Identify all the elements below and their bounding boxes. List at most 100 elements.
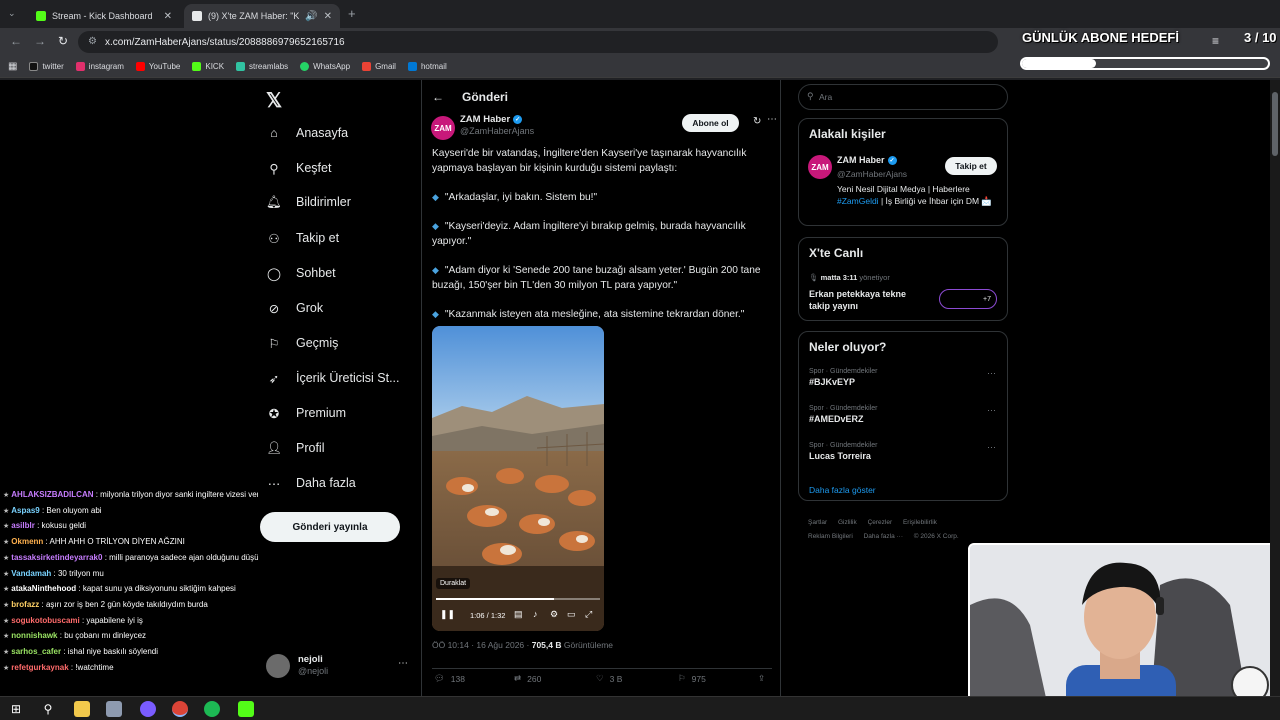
chat-username[interactable]: tassaksirketindeyarrak0: [11, 553, 102, 562]
chat-username[interactable]: brofazz: [11, 600, 39, 609]
more-icon[interactable]: ⋯: [398, 658, 408, 669]
nav-history[interactable]: ⚐ Geçmiş: [266, 335, 338, 351]
app-icon[interactable]: [106, 701, 122, 717]
repost-button[interactable]: ⇄ 260: [514, 673, 541, 684]
nav-grok[interactable]: ⊘ Grok: [266, 300, 323, 316]
chat-username[interactable]: nonnishawk: [11, 631, 57, 640]
nav-more[interactable]: ⋯ Daha fazla: [266, 475, 356, 491]
close-tab-icon[interactable]: ✕: [324, 11, 332, 22]
close-tab-icon[interactable]: ✕: [164, 11, 172, 22]
back-icon[interactable]: ←: [10, 34, 22, 48]
nav-chat[interactable]: ◯ Sohbet: [266, 265, 336, 281]
post-timestamp[interactable]: ÖÖ 10:14 · 16 Ağu 2026 ·: [432, 640, 532, 650]
pause-icon[interactable]: ❚❚: [440, 609, 455, 620]
hashtag-link[interactable]: #ZamGeldi: [837, 196, 879, 206]
share-button[interactable]: ⇪: [758, 673, 765, 684]
chat-username[interactable]: Vandamah: [11, 569, 51, 578]
live-listener-avatars[interactable]: +7: [939, 289, 997, 309]
windows-start-icon[interactable]: ⊞: [8, 701, 24, 717]
kick-app-icon[interactable]: [238, 701, 254, 717]
chat-username[interactable]: sogukotobuscami: [11, 616, 79, 625]
bookmark-twitter[interactable]: twitter: [29, 62, 64, 71]
related-name-row[interactable]: ZAM Haber ✓: [837, 155, 897, 165]
tab-search-icon[interactable]: ⌄: [8, 8, 16, 19]
bookmark-instagram[interactable]: instagram: [75, 62, 124, 71]
apps-grid-icon[interactable]: ▦: [8, 61, 17, 72]
footer-link[interactable]: Erişilebilirlik: [903, 519, 937, 526]
trend-item[interactable]: Spor · Gündemdekiler Lucas Torreira ⋯: [809, 442, 999, 461]
show-more-link[interactable]: Daha fazla göster: [809, 485, 876, 495]
chat-username[interactable]: refetgurkaynak: [11, 663, 68, 672]
live-stream-title[interactable]: Erkan petekkaya tekne takip yayını: [809, 288, 929, 312]
more-icon[interactable]: ⋯: [987, 442, 996, 453]
trend-item[interactable]: Spor · Gündemdekiler #BJKvEYP ⋯: [809, 368, 999, 387]
bookmark-kick[interactable]: KICK: [192, 62, 224, 71]
reload-icon[interactable]: ↻: [58, 34, 68, 48]
author-name-row[interactable]: ZAM Haber ✓: [460, 114, 523, 125]
nav-follow[interactable]: ⚇ Takip et: [266, 230, 339, 246]
more-icon[interactable]: ⋯: [987, 405, 996, 416]
author-handle[interactable]: @ZamHaberAjans: [460, 126, 534, 136]
page-scrollbar[interactable]: [1270, 80, 1280, 698]
footer-link[interactable]: Reklam Bilgileri: [808, 533, 853, 540]
chat-username[interactable]: Okmenn: [11, 537, 43, 546]
related-handle[interactable]: @ZamHaberAjans: [837, 169, 907, 179]
nav-creator-studio[interactable]: ➶ İçerik Üreticisi St...: [266, 370, 400, 386]
fullscreen-icon[interactable]: ⤢: [585, 609, 592, 620]
x-logo-icon[interactable]: 𝕏: [266, 88, 282, 113]
related-avatar[interactable]: ZAM: [808, 155, 832, 179]
chrome-icon[interactable]: [172, 701, 188, 717]
grok-explain-icon[interactable]: ↻: [753, 116, 761, 127]
bookmark-youtube[interactable]: YouTube: [135, 62, 180, 71]
pip-icon[interactable]: ▭: [567, 609, 576, 620]
footer-link[interactable]: Daha fazla ···: [864, 533, 903, 540]
chat-username[interactable]: sarhos_cafer: [11, 647, 61, 656]
follow-button[interactable]: Takip et: [945, 157, 997, 175]
post-button[interactable]: Gönderi yayınla: [260, 512, 400, 542]
scrollbar-thumb[interactable]: [1272, 92, 1278, 156]
bookmark-hotmail[interactable]: hotmail: [407, 62, 447, 71]
like-button[interactable]: ♡ 3 B: [596, 673, 622, 684]
account-switcher[interactable]: nejoli @nejoli ⋯: [266, 652, 410, 680]
search-icon[interactable]: ⚲: [40, 701, 56, 717]
tab-x-post[interactable]: (9) X'te ZAM Haber: "Kayse 🔊 ✕: [184, 4, 340, 28]
search-input[interactable]: ⚲ Ara: [798, 84, 1008, 110]
back-arrow-icon[interactable]: ←: [432, 90, 444, 104]
footer-link[interactable]: Çerezler: [868, 519, 893, 526]
reply-button[interactable]: 💬︎ 138: [434, 673, 465, 684]
footer-link[interactable]: Şartlar: [808, 519, 827, 526]
chat-username[interactable]: asilblr: [11, 521, 35, 530]
spotify-icon[interactable]: [204, 701, 220, 717]
forward-icon[interactable]: →: [34, 34, 46, 48]
chat-username[interactable]: Aspas9: [11, 506, 39, 515]
bookmark-whatsapp[interactable]: WhatsApp: [300, 62, 350, 71]
video-player[interactable]: Duraklat ❚❚ 1:06 / 1:32 ▤ ♪ ⚙ ▭ ⤢: [432, 326, 604, 631]
author-avatar[interactable]: ZAM: [431, 116, 455, 140]
trend-item[interactable]: Spor · Gündemdekiler #AMEDvERZ ⋯: [809, 405, 999, 424]
address-bar[interactable]: ⚙ x.com/ZamHaberAjans/status/20888869796…: [78, 31, 998, 53]
nav-profile[interactable]: 👤︎ Profil: [266, 440, 324, 456]
settings-icon[interactable]: ⚙: [550, 609, 558, 620]
post-more-icon[interactable]: ⋯: [767, 114, 777, 125]
discord-icon[interactable]: [140, 701, 156, 717]
nav-notifications[interactable]: 🔔︎ Bildirimler: [266, 194, 351, 210]
bookmark-streamlabs[interactable]: streamlabs: [236, 62, 288, 71]
more-icon[interactable]: ⋯: [987, 368, 996, 379]
site-info-icon[interactable]: ⚙: [88, 36, 97, 47]
nav-explore[interactable]: ⚲ Keşfet: [266, 160, 331, 176]
volume-icon[interactable]: ♪: [533, 609, 538, 619]
bookmark-button[interactable]: ⚐ 975: [678, 673, 706, 684]
mute-tab-icon[interactable]: 🔊: [305, 11, 317, 22]
new-tab-icon[interactable]: +: [348, 6, 356, 21]
tab-kick-dashboard[interactable]: Stream - Kick Dashboard ✕: [28, 4, 180, 28]
video-progress-bar[interactable]: [436, 598, 600, 600]
footer-link[interactable]: Gizlilik: [838, 519, 857, 526]
chat-username[interactable]: AHLAKSIZBADILCAN: [11, 490, 93, 499]
subscribe-button[interactable]: Abone ol: [682, 114, 739, 132]
captions-icon[interactable]: ▤: [514, 609, 523, 620]
bookmark-gmail[interactable]: Gmail: [362, 62, 396, 71]
chat-username[interactable]: atakaNinthehood: [11, 584, 76, 593]
nav-home[interactable]: ⌂ Anasayfa: [266, 125, 348, 141]
nav-premium[interactable]: ✪ Premium: [266, 405, 346, 421]
file-explorer-icon[interactable]: [74, 701, 90, 717]
